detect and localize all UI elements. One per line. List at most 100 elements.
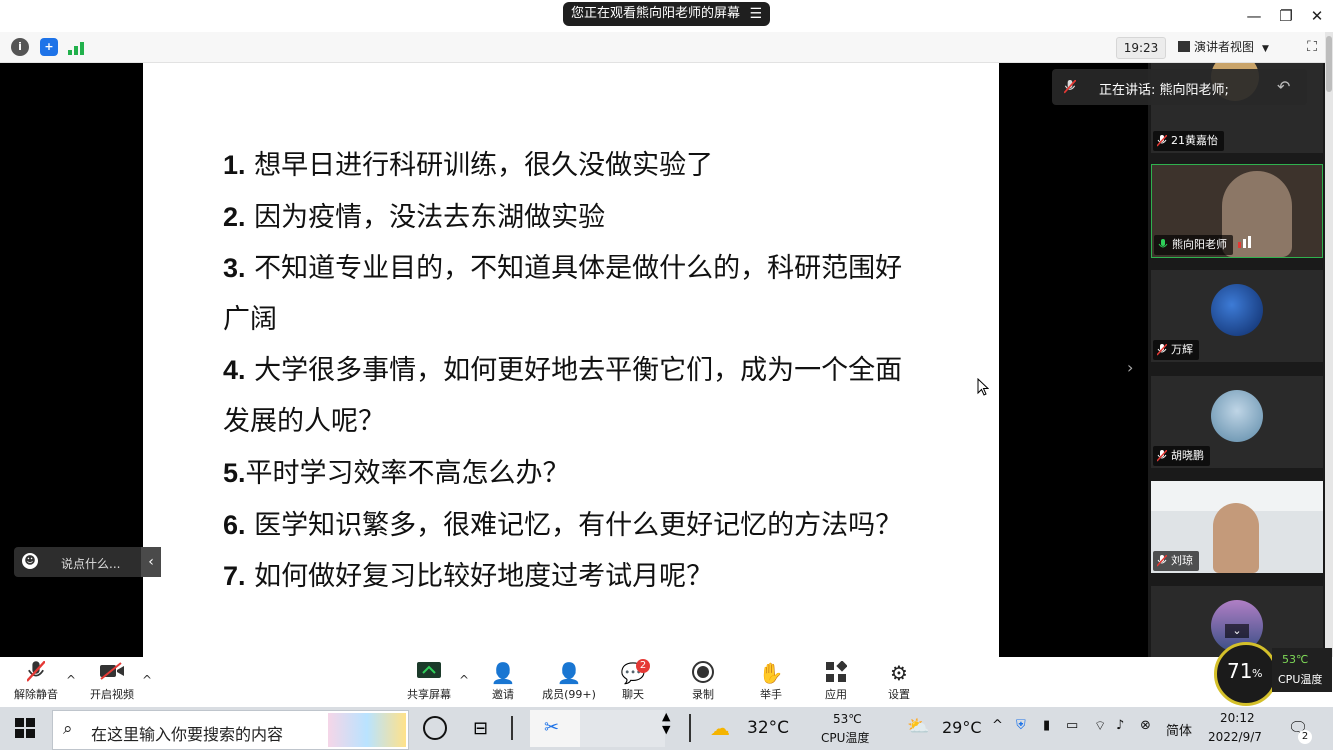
weather-sun-icon[interactable]: ☁ [710,716,730,740]
taskbar-search-input[interactable]: ⌕ 在这里输入你要搜索的内容 [52,710,409,750]
volume-icon[interactable]: ♪ [1116,718,1124,733]
item-text: 广阔 [223,304,277,335]
search-placeholder: 在这里输入你要搜索的内容 [91,725,284,744]
record-icon [692,661,714,688]
participant-tile[interactable]: 万辉 [1151,270,1323,362]
chat-input[interactable]: ☻ 说点什么... ‹ [14,547,161,577]
taskbar-divider [511,716,513,740]
video-off-icon [99,661,125,685]
caret-up-icon[interactable]: ^ [66,673,76,687]
apps-label: 应用 [825,688,847,701]
weather-partly-cloudy-icon[interactable]: ⛅ [907,716,929,737]
share-screen-button[interactable]: 共享屏幕 [401,657,457,707]
close-circle-icon[interactable]: ⊗ [1140,718,1151,733]
share-status-label: 您正在观看熊向阳老师的屏幕 [571,6,741,21]
unmute-button[interactable]: 解除静音 [8,657,64,707]
members-label: 成员(99+) [542,688,596,701]
view-label: 演讲者视图 [1194,40,1255,54]
caret-up-icon[interactable]: ^ [459,673,469,687]
clock-time[interactable]: 20:12 [1220,711,1255,725]
start-video-button[interactable]: 开启视频 [84,657,140,707]
view-switch-button[interactable]: 演讲者视图 ▼ [1178,37,1288,57]
mic-muted-icon [1157,135,1167,147]
video-label: 开启视频 [90,688,134,701]
participant-name-tag: 熊向阳老师 [1154,235,1233,255]
clock-date[interactable]: 2022/9/7 [1208,730,1262,744]
hand-icon: ✋ [758,661,784,685]
scroll-down-icon[interactable]: ⌄ [1225,624,1249,638]
ime-indicator[interactable]: 简体 [1166,720,1192,739]
members-button[interactable]: 👤 成员(99+) [538,657,600,707]
person-figure [1213,503,1259,573]
restore-icon[interactable]: ❐ [1270,0,1302,32]
participant-name: 21黄嘉怡 [1171,134,1218,147]
taskbar-scroll-icon[interactable]: ▲ ▼ [662,710,670,736]
slide-item-7: 7. 如何做好复习比较好地度过考试月呢？ [223,554,713,593]
battery-icon[interactable]: ▭ [1066,718,1078,733]
chat-badge: 2 [636,659,650,673]
raise-hand-label: 举手 [760,688,782,701]
participant-name-tag: 刘琼 [1153,551,1199,571]
record-label: 录制 [692,688,714,701]
emoji-icon[interactable]: ☻ [22,553,38,569]
tray-expand-icon[interactable]: ^ [992,718,1003,733]
caret-up-icon[interactable]: ^ [142,673,152,687]
active-speaker-label: 正在讲话: 熊向阳老师; [1099,83,1229,98]
item-number: 1. [223,150,246,180]
info-icon[interactable]: i [11,38,29,56]
task-view-icon[interactable] [423,716,447,740]
participant-name: 熊向阳老师 [1172,238,1227,251]
taskbar-app-preview[interactable] [580,710,665,747]
fullscreen-icon[interactable]: ⛶ [1302,37,1322,57]
collapse-chat-icon[interactable]: ‹ [141,547,161,577]
scrollbar-thumb[interactable] [1326,36,1332,92]
taskbar-app-meeting[interactable]: ✂ [530,710,580,747]
item-number: 6. [223,510,246,540]
mic-active-icon [1158,239,1168,248]
cpu-percent-unit: % [1252,667,1263,680]
settings-button[interactable]: ⚙ 设置 [876,657,922,707]
participant-tile[interactable]: 刘琼 [1151,481,1323,573]
raise-hand-button[interactable]: ✋ 举手 [748,657,794,707]
share-label: 共享屏幕 [407,688,451,701]
avatar [1211,284,1263,336]
cpu-percent: 71 [1227,659,1253,683]
share-status-pill[interactable]: 您正在观看熊向阳老师的屏幕 ☰ [563,2,770,26]
chat-button[interactable]: 💬 2 聊天 [610,657,656,707]
item-text: 想早日进行科研训练，很久没做实验了 [245,150,714,181]
windows-start-icon[interactable] [15,718,35,742]
apps-button[interactable]: 应用 [813,657,859,707]
collapse-banner-icon[interactable]: ↶ [1277,77,1290,96]
participant-tile[interactable]: 胡晓鹏 [1151,376,1323,468]
slide-item-3: 3. 不知道专业目的，不知道具体是做什么的，科研范围好 [223,246,902,285]
close-icon[interactable]: ✕ [1301,0,1333,32]
participant-tile-active[interactable]: 熊向阳老师 [1151,164,1323,258]
gear-icon: ⚙ [890,661,908,685]
cpu-usage-gauge[interactable]: 71% [1214,642,1278,706]
security-tray-icon[interactable]: ⛨ [1016,718,1026,733]
participant-name-tag: 胡晓鹏 [1153,446,1210,466]
shield-icon[interactable]: + [40,38,58,56]
scrollbar[interactable] [1325,32,1333,712]
mic-tray-icon[interactable]: ▮ [1043,718,1050,733]
multitask-icon[interactable]: ⊟ [473,718,488,739]
minimize-icon[interactable]: — [1238,0,1270,32]
menu-icon[interactable]: ☰ [749,2,762,26]
participant-name: 胡晓鹏 [1171,449,1204,462]
wifi-icon[interactable]: ⌔ [1094,718,1106,734]
invite-button[interactable]: 👤 邀请 [478,657,528,707]
slide-item-5: 5.平时学习效率不高怎么办？ [223,451,570,490]
participant-name: 万辉 [1171,343,1193,356]
mic-muted-icon [1157,344,1167,356]
panel-collapse-icon[interactable]: › [1127,358,1133,377]
item-number: 3. [223,253,246,283]
meeting-timer: 19:23 [1116,37,1166,59]
signal-icon[interactable] [68,40,86,55]
cpu-temp-label: CPU温度 [1278,673,1323,686]
mouse-cursor-icon [977,377,990,400]
participant-name: 刘琼 [1171,554,1193,567]
members-icon: 👤 [556,661,582,685]
search-icon: ⌕ [63,719,73,739]
record-button[interactable]: 录制 [680,657,726,707]
settings-label: 设置 [888,688,910,701]
